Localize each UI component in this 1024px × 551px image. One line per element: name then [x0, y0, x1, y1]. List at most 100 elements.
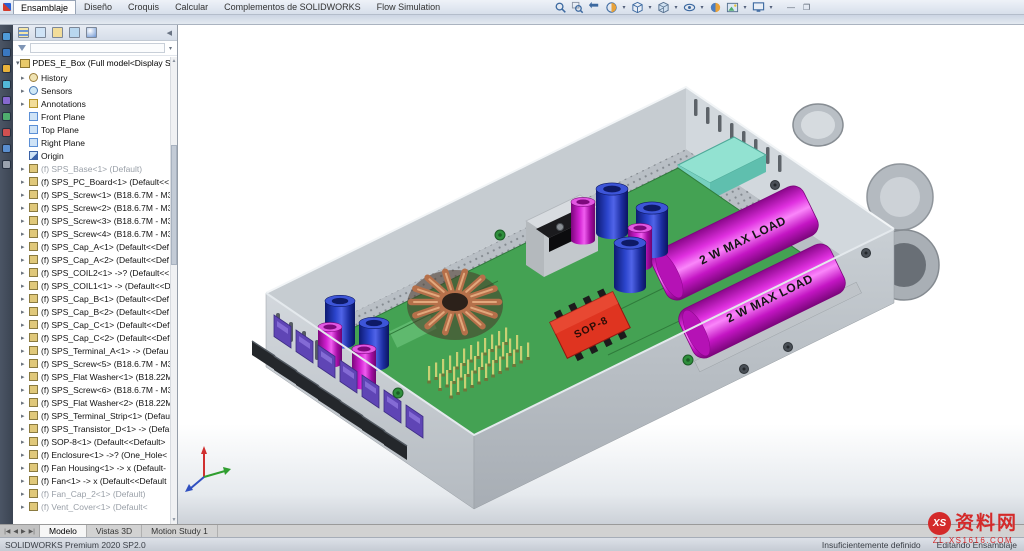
expand-arrow-icon[interactable]	[21, 191, 29, 199]
propertymanager-tab-icon[interactable]	[35, 27, 46, 38]
study-tab[interactable]: Modelo	[40, 525, 87, 537]
tree-item[interactable]: (f) SPS_Screw<5> (B18.6.7M - M3	[21, 357, 177, 370]
tree-item[interactable]: (f) SPS_Flat Washer<1> (B18.22M	[21, 370, 177, 383]
tree-item[interactable]: (f) SPS_PC_Board<1> (Default<<	[21, 175, 177, 188]
expand-arrow-icon[interactable]	[21, 295, 29, 303]
expand-arrow-icon[interactable]	[21, 282, 29, 290]
tree-item[interactable]: Right Plane	[21, 136, 177, 149]
tree-item[interactable]: (f) SPS_Screw<2> (B18.6.7M - M3	[21, 201, 177, 214]
tab-nav-arrow-icon[interactable]: |◀	[4, 528, 10, 535]
command-tab[interactable]: Diseño	[76, 0, 120, 14]
tree-item[interactable]: (f) SPS_Flat Washer<2> (B18.22M	[21, 396, 177, 409]
expand-arrow-icon[interactable]	[21, 87, 29, 95]
tree-item[interactable]: Front Plane	[21, 110, 177, 123]
left-tool-icon[interactable]	[2, 96, 11, 105]
tree-item[interactable]: (f) SOP-8<1> (Default<<Default>	[21, 435, 177, 448]
apply-scene-icon[interactable]	[725, 1, 739, 15]
dimxpertmanager-tab-icon[interactable]	[69, 27, 80, 38]
expand-arrow-icon[interactable]	[21, 178, 29, 186]
tree-item[interactable]: (f) SPS_Cap_A<2> (Default<<Def	[21, 253, 177, 266]
tab-nav-arrow-icon[interactable]: ▶	[21, 528, 26, 535]
expand-arrow-icon[interactable]	[21, 308, 29, 316]
viewport-3d[interactable]: 2 W MAX LOAD 2 W MAX LOAD SOP-8	[178, 25, 1024, 524]
tree-item[interactable]: (f) SPS_Cap_C<1> (Default<<Def	[21, 318, 177, 331]
zoom-area-icon[interactable]	[570, 1, 584, 15]
tree-item[interactable]: (f) SPS_COIL1<1> -> (Default<<D	[21, 279, 177, 292]
model-canvas[interactable]: 2 W MAX LOAD 2 W MAX LOAD SOP-8	[178, 25, 1024, 524]
edit-appearance-icon[interactable]	[708, 1, 722, 15]
configurationmanager-tab-icon[interactable]	[52, 27, 63, 38]
previous-view-icon[interactable]	[587, 1, 601, 15]
tree-item[interactable]: (f) Fan Housing<1> -> x (Default-	[21, 461, 177, 474]
left-tool-icon[interactable]	[2, 112, 11, 121]
expand-arrow-icon[interactable]	[21, 464, 29, 472]
tree-item[interactable]: Origin	[21, 149, 177, 162]
expand-arrow-icon[interactable]	[21, 503, 29, 511]
tree-item[interactable]: (f) SPS_Screw<6> (B18.6.7M - M3	[21, 383, 177, 396]
command-tab[interactable]: Calcular	[167, 0, 216, 14]
expand-arrow-icon[interactable]	[21, 334, 29, 342]
left-tool-icon[interactable]	[2, 64, 11, 73]
minimize-button[interactable]: —	[787, 3, 795, 12]
hide-show-items-icon[interactable]	[682, 1, 696, 15]
left-tool-icon[interactable]	[2, 144, 11, 153]
dropdown-arrow-icon[interactable]: ▾	[647, 4, 653, 11]
expand-arrow-icon[interactable]	[21, 204, 29, 212]
expand-arrow-icon[interactable]	[21, 74, 29, 82]
tree-item[interactable]: (f) SPS_Screw<1> (B18.6.7M - M3	[21, 188, 177, 201]
tab-nav-arrow-icon[interactable]: ◀	[13, 528, 18, 535]
expand-arrow-icon[interactable]	[21, 165, 29, 173]
command-tab[interactable]: Croquis	[120, 0, 167, 14]
expand-arrow-icon[interactable]	[21, 100, 29, 108]
expand-arrow-icon[interactable]	[21, 347, 29, 355]
zoom-fit-icon[interactable]	[553, 1, 567, 15]
command-tab[interactable]: Complementos de SOLIDWORKS	[216, 0, 369, 14]
tree-item[interactable]: (f) Fan<1> -> x (Default<<Default	[21, 474, 177, 487]
tree-item[interactable]: Annotations	[21, 97, 177, 110]
left-tool-icon[interactable]	[2, 160, 11, 169]
scroll-up-icon[interactable]: ▲	[171, 57, 177, 65]
tree-item[interactable]: (f) SPS_Terminal_A<1> -> (Defau	[21, 344, 177, 357]
expand-arrow-icon[interactable]	[21, 451, 29, 459]
dropdown-arrow-icon[interactable]: ▾	[768, 4, 774, 11]
expand-arrow-icon[interactable]	[21, 425, 29, 433]
toroid-coil[interactable]	[407, 268, 503, 340]
view-settings-icon[interactable]	[751, 1, 765, 15]
view-orientation-icon[interactable]	[630, 1, 644, 15]
left-tool-icon[interactable]	[2, 80, 11, 89]
tree-item[interactable]: Top Plane	[21, 123, 177, 136]
expand-arrow-icon[interactable]	[21, 360, 29, 368]
tree-item[interactable]: (f) SPS_Base<1> (Default)	[21, 162, 177, 175]
scroll-down-icon[interactable]: ▼	[171, 516, 177, 524]
tab-nav-arrow-icon[interactable]: ▶|	[29, 528, 35, 535]
left-tool-icon[interactable]	[2, 48, 11, 57]
tree-item[interactable]: (f) Fan_Cap_2<1> (Default)	[21, 487, 177, 500]
expand-arrow-icon[interactable]	[21, 256, 29, 264]
tree-item[interactable]: (f) SPS_Cap_B<1> (Default<<Def	[21, 292, 177, 305]
expand-arrow-icon[interactable]	[21, 477, 29, 485]
dropdown-arrow-icon[interactable]: ▾	[699, 4, 705, 11]
expand-arrow-icon[interactable]	[21, 373, 29, 381]
tree-item[interactable]: (f) Vent_Cover<1> (Default<	[21, 500, 177, 513]
tree-item[interactable]: (f) SPS_Transistor_D<1> -> (Defa	[21, 422, 177, 435]
expand-arrow-icon[interactable]	[21, 243, 29, 251]
tree-item[interactable]: (f) SPS_Cap_B<2> (Default<<Def	[21, 305, 177, 318]
expand-arrow-icon[interactable]	[21, 412, 29, 420]
filter-dropdown-icon[interactable]: ▾	[169, 45, 172, 52]
study-tab[interactable]: Vistas 3D	[87, 525, 143, 537]
dropdown-arrow-icon[interactable]: ▾	[673, 4, 679, 11]
study-tab[interactable]: Motion Study 1	[142, 525, 218, 537]
tree-item[interactable]: (f) SPS_Terminal_Strip<1> (Defau	[21, 409, 177, 422]
tree-item[interactable]: History	[21, 71, 177, 84]
tree-root-item[interactable]: ▾ PDES_E_Box (Full model<Display Stat	[13, 56, 177, 70]
tree-filter-input[interactable]	[30, 43, 165, 53]
expand-arrow-icon[interactable]	[21, 386, 29, 394]
dropdown-arrow-icon[interactable]: ▾	[621, 4, 627, 11]
expand-arrow-icon[interactable]	[21, 217, 29, 225]
section-view-icon[interactable]	[604, 1, 618, 15]
featuremanager-tab-icon[interactable]	[18, 27, 29, 38]
command-tab[interactable]: Ensamblaje	[13, 0, 77, 14]
left-tool-icon[interactable]	[2, 32, 11, 41]
tree-item[interactable]: (f) SPS_Screw<3> (B18.6.7M - M3	[21, 214, 177, 227]
expand-arrow-icon[interactable]	[21, 321, 29, 329]
